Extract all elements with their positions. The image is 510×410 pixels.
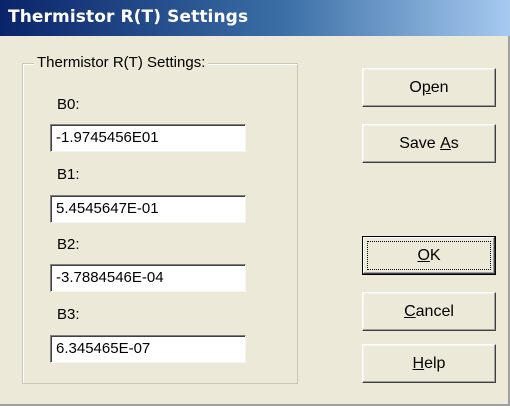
cancel-label-after: ancel: [415, 302, 454, 320]
b1-label: B1:: [57, 166, 80, 183]
help-button[interactable]: Help: [362, 344, 496, 383]
ok-focus-rect: [367, 241, 491, 270]
window-title: Thermistor R(T) Settings: [8, 7, 249, 27]
save-as-label-accel: A: [440, 134, 451, 152]
cancel-button[interactable]: Cancel: [362, 292, 496, 331]
save-as-label-before: Save: [399, 134, 441, 152]
b0-input[interactable]: -1.9745456E01: [50, 124, 246, 152]
b3-input[interactable]: 6.345465E-07: [50, 335, 246, 363]
save-as-label-after: s: [450, 134, 459, 152]
open-label-before: O: [409, 78, 422, 96]
save-as-button[interactable]: Save As: [362, 124, 496, 163]
open-label-after: en: [430, 78, 449, 96]
dialog-window: Thermistor R(T) Settings Thermistor R(T)…: [0, 0, 510, 406]
open-button[interactable]: Op en: [362, 68, 496, 107]
open-label-accel: p: [421, 78, 431, 96]
help-label-after: elp: [424, 354, 446, 372]
b0-label: B0:: [57, 96, 80, 113]
b2-input[interactable]: -3.7884546E-04: [50, 264, 246, 292]
help-label-accel: H: [412, 354, 425, 372]
title-bar[interactable]: Thermistor R(T) Settings: [0, 0, 510, 36]
ok-button[interactable]: OK: [362, 236, 496, 275]
groupbox-label: Thermistor R(T) Settings:: [34, 54, 209, 71]
b3-label: B3:: [57, 306, 80, 323]
b1-input[interactable]: 5.4545647E-01: [50, 195, 246, 223]
b2-label: B2:: [57, 236, 80, 253]
cancel-label-accel: C: [404, 302, 416, 320]
